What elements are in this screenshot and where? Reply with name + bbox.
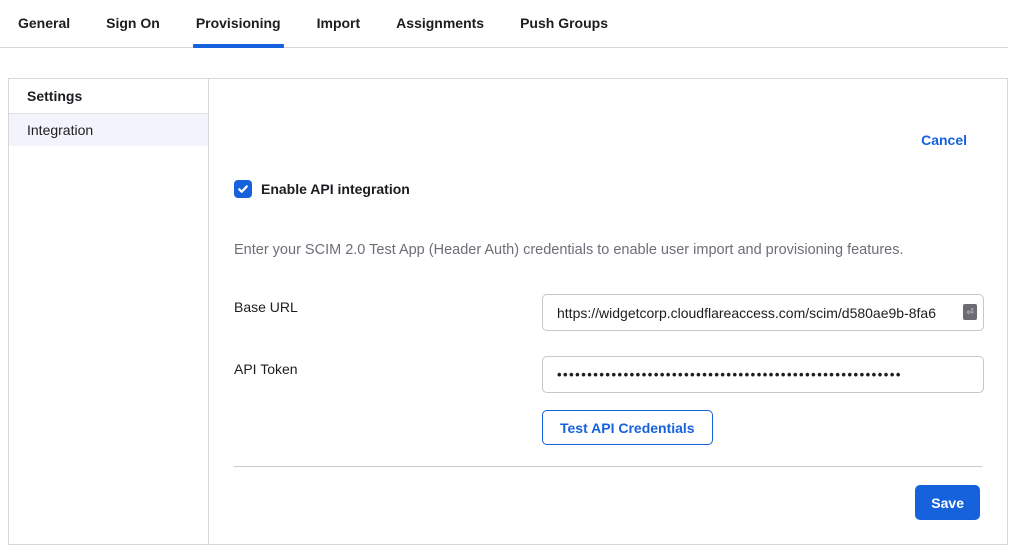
tab-import[interactable]: Import <box>317 15 361 47</box>
enable-api-label: Enable API integration <box>261 181 410 197</box>
enable-api-row: Enable API integration <box>234 180 410 198</box>
tab-general[interactable]: General <box>18 15 70 47</box>
sidebar-item-integration[interactable]: Integration <box>9 114 208 146</box>
tab-import-label: Import <box>317 15 361 31</box>
active-tab-underline <box>193 44 284 48</box>
settings-sidebar: Settings Integration <box>9 79 209 544</box>
base-url-label: Base URL <box>234 299 298 315</box>
sidebar-item-label: Integration <box>27 122 93 138</box>
api-token-label: API Token <box>234 361 298 377</box>
save-button[interactable]: Save <box>915 485 980 520</box>
tab-sign-on[interactable]: Sign On <box>106 15 160 47</box>
enable-api-checkbox[interactable] <box>234 180 252 198</box>
credentials-description: Enter your SCIM 2.0 Test App (Header Aut… <box>234 242 982 258</box>
api-token-field-wrap <box>542 356 984 393</box>
test-api-credentials-button[interactable]: Test API Credentials <box>542 410 713 445</box>
tab-provisioning-label: Provisioning <box>196 15 281 31</box>
footer-divider <box>234 466 982 467</box>
base-url-input[interactable] <box>542 294 984 331</box>
provisioning-panel: Settings Integration Cancel Enable API i… <box>8 78 1008 545</box>
tab-general-label: General <box>18 15 70 31</box>
tab-push-groups-label: Push Groups <box>520 15 608 31</box>
checkmark-icon <box>237 183 249 195</box>
integration-form: Cancel Enable API integration Enter your… <box>209 79 1007 544</box>
app-tab-bar: General Sign On Provisioning Import Assi… <box>0 0 1008 48</box>
sidebar-heading: Settings <box>9 79 208 114</box>
tab-push-groups[interactable]: Push Groups <box>520 15 608 47</box>
cancel-button[interactable]: Cancel <box>921 132 967 148</box>
base-url-field-wrap: ⏎ <box>542 294 984 331</box>
tab-assignments[interactable]: Assignments <box>396 15 484 47</box>
tab-provisioning[interactable]: Provisioning <box>196 15 281 47</box>
api-token-input[interactable] <box>542 356 984 393</box>
tab-assignments-label: Assignments <box>396 15 484 31</box>
tab-sign-on-label: Sign On <box>106 15 160 31</box>
